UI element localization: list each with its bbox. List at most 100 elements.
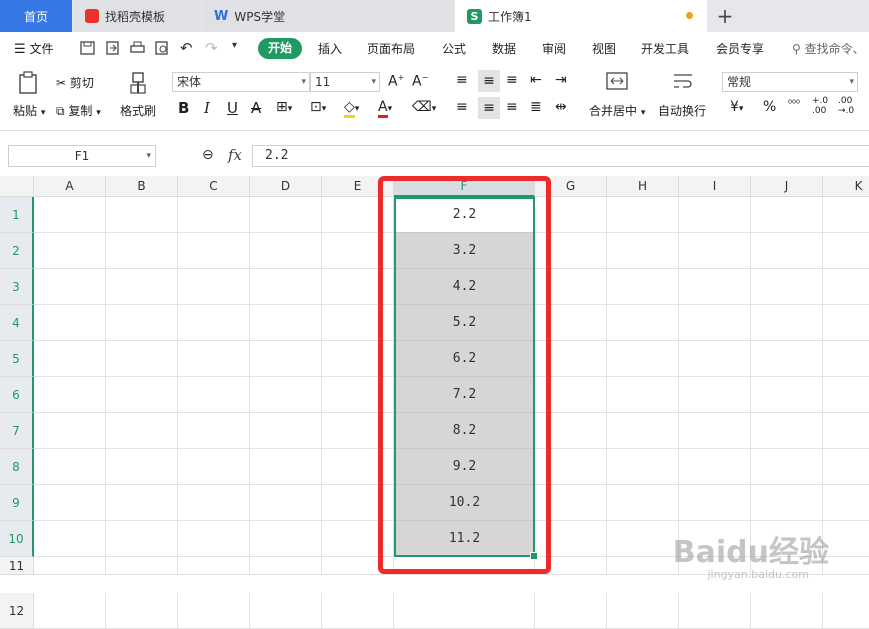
- cell-c2[interactable]: [178, 233, 250, 269]
- cell-b7[interactable]: [106, 413, 178, 449]
- row-header-1[interactable]: 1: [0, 197, 34, 233]
- cell-a10[interactable]: [34, 521, 106, 557]
- cell-a6[interactable]: [34, 377, 106, 413]
- column-header-h[interactable]: H: [607, 176, 679, 197]
- cell-e9[interactable]: [322, 485, 394, 521]
- cell-b12[interactable]: [106, 593, 178, 629]
- tab-wps-academy[interactable]: W WPS学堂: [202, 0, 454, 32]
- cell-j6[interactable]: [751, 377, 823, 413]
- align-left-icon[interactable]: ≡: [456, 99, 468, 115]
- distributed-icon[interactable]: ⇹: [555, 99, 567, 115]
- cell-a11[interactable]: [34, 557, 106, 575]
- formula-input[interactable]: 2.2: [252, 145, 869, 167]
- cell-f3[interactable]: 4.2: [395, 269, 534, 305]
- decrease-font-icon[interactable]: A−: [412, 73, 428, 90]
- menu-page-layout[interactable]: 页面布局: [367, 40, 415, 57]
- cell-e3[interactable]: [322, 269, 394, 305]
- fx-icon[interactable]: fx: [228, 146, 242, 164]
- cell-k4[interactable]: [823, 305, 869, 341]
- cell-e2[interactable]: [322, 233, 394, 269]
- cell-b1[interactable]: [106, 197, 178, 233]
- save-icon[interactable]: [80, 41, 95, 55]
- cell-k12[interactable]: [823, 593, 869, 629]
- cell-b9[interactable]: [106, 485, 178, 521]
- cell-f10[interactable]: 11.2: [395, 521, 534, 557]
- cell-i2[interactable]: [679, 233, 751, 269]
- cell-c7[interactable]: [178, 413, 250, 449]
- menu-data[interactable]: 数据: [492, 40, 516, 57]
- row-header-3[interactable]: 3: [0, 269, 34, 305]
- cell-e12[interactable]: [322, 593, 394, 629]
- column-header-e[interactable]: E: [322, 176, 394, 197]
- cell-i8[interactable]: [679, 449, 751, 485]
- cell-f2[interactable]: 3.2: [395, 233, 534, 269]
- format-painter-icon[interactable]: [128, 71, 148, 95]
- row-header-2[interactable]: 2: [0, 233, 34, 269]
- print-icon[interactable]: [130, 41, 145, 55]
- cell-j3[interactable]: [751, 269, 823, 305]
- cell-d12[interactable]: [250, 593, 322, 629]
- align-top-icon[interactable]: ≡: [456, 72, 468, 88]
- font-name-select[interactable]: 宋体 ▾: [172, 72, 310, 92]
- cell-c8[interactable]: [178, 449, 250, 485]
- cell-f11[interactable]: [394, 557, 535, 575]
- fill-pattern-icon[interactable]: ⊡▾: [310, 99, 326, 115]
- fill-color-icon[interactable]: ◇▾: [344, 99, 359, 118]
- cell-b4[interactable]: [106, 305, 178, 341]
- column-header-b[interactable]: B: [106, 176, 178, 197]
- row-header-6[interactable]: 6: [0, 377, 34, 413]
- italic-icon[interactable]: I: [204, 99, 210, 117]
- fill-handle[interactable]: [530, 552, 538, 560]
- cell-i3[interactable]: [679, 269, 751, 305]
- cell-a9[interactable]: [34, 485, 106, 521]
- cell-i1[interactable]: [679, 197, 751, 233]
- increase-decimal-icon[interactable]: +.0.00: [812, 96, 828, 116]
- cell-h5[interactable]: [607, 341, 679, 377]
- cell-i4[interactable]: [679, 305, 751, 341]
- tab-template[interactable]: 找稻壳模板: [73, 0, 201, 32]
- cell-f12[interactable]: [394, 593, 535, 629]
- cell-d10[interactable]: [250, 521, 322, 557]
- cell-h4[interactable]: [607, 305, 679, 341]
- cell-h10[interactable]: [607, 521, 679, 557]
- copy-button[interactable]: ⧉ 复制 ▾: [56, 102, 101, 119]
- cell-a2[interactable]: [34, 233, 106, 269]
- cell-i12[interactable]: [679, 593, 751, 629]
- cell-g4[interactable]: [535, 305, 607, 341]
- cell-d3[interactable]: [250, 269, 322, 305]
- cell-k8[interactable]: [823, 449, 869, 485]
- number-format-select[interactable]: 常规 ▾: [722, 72, 858, 92]
- wrap-text-icon[interactable]: [672, 72, 694, 90]
- column-header-k[interactable]: K: [823, 176, 869, 197]
- cell-a5[interactable]: [34, 341, 106, 377]
- tab-workbook[interactable]: S 工作簿1: [455, 0, 707, 32]
- cell-d1[interactable]: [250, 197, 322, 233]
- command-search[interactable]: ⚲ 查找命令、: [792, 40, 865, 57]
- menu-view[interactable]: 视图: [592, 40, 616, 57]
- underline-icon[interactable]: U: [227, 99, 238, 117]
- cell-j4[interactable]: [751, 305, 823, 341]
- paste-icon[interactable]: [18, 71, 40, 95]
- cell-h8[interactable]: [607, 449, 679, 485]
- cell-e5[interactable]: [322, 341, 394, 377]
- cell-b5[interactable]: [106, 341, 178, 377]
- cell-c1[interactable]: [178, 197, 250, 233]
- tab-home[interactable]: 首页: [0, 0, 72, 32]
- cell-a1[interactable]: [34, 197, 106, 233]
- cell-g10[interactable]: [535, 521, 607, 557]
- cell-k7[interactable]: [823, 413, 869, 449]
- undo-icon[interactable]: ↶: [180, 39, 195, 57]
- cell-c12[interactable]: [178, 593, 250, 629]
- column-header-c[interactable]: C: [178, 176, 250, 197]
- new-tab-button[interactable]: +: [712, 0, 738, 32]
- cell-i9[interactable]: [679, 485, 751, 521]
- font-size-select[interactable]: 11 ▾: [310, 72, 380, 92]
- cell-j8[interactable]: [751, 449, 823, 485]
- cell-a3[interactable]: [34, 269, 106, 305]
- justify-icon[interactable]: ≣: [530, 99, 542, 115]
- decrease-decimal-icon[interactable]: .00 →.0: [838, 96, 854, 116]
- column-header-j[interactable]: J: [751, 176, 823, 197]
- cell-b2[interactable]: [106, 233, 178, 269]
- merge-cells-icon[interactable]: [606, 72, 628, 90]
- cell-j1[interactable]: [751, 197, 823, 233]
